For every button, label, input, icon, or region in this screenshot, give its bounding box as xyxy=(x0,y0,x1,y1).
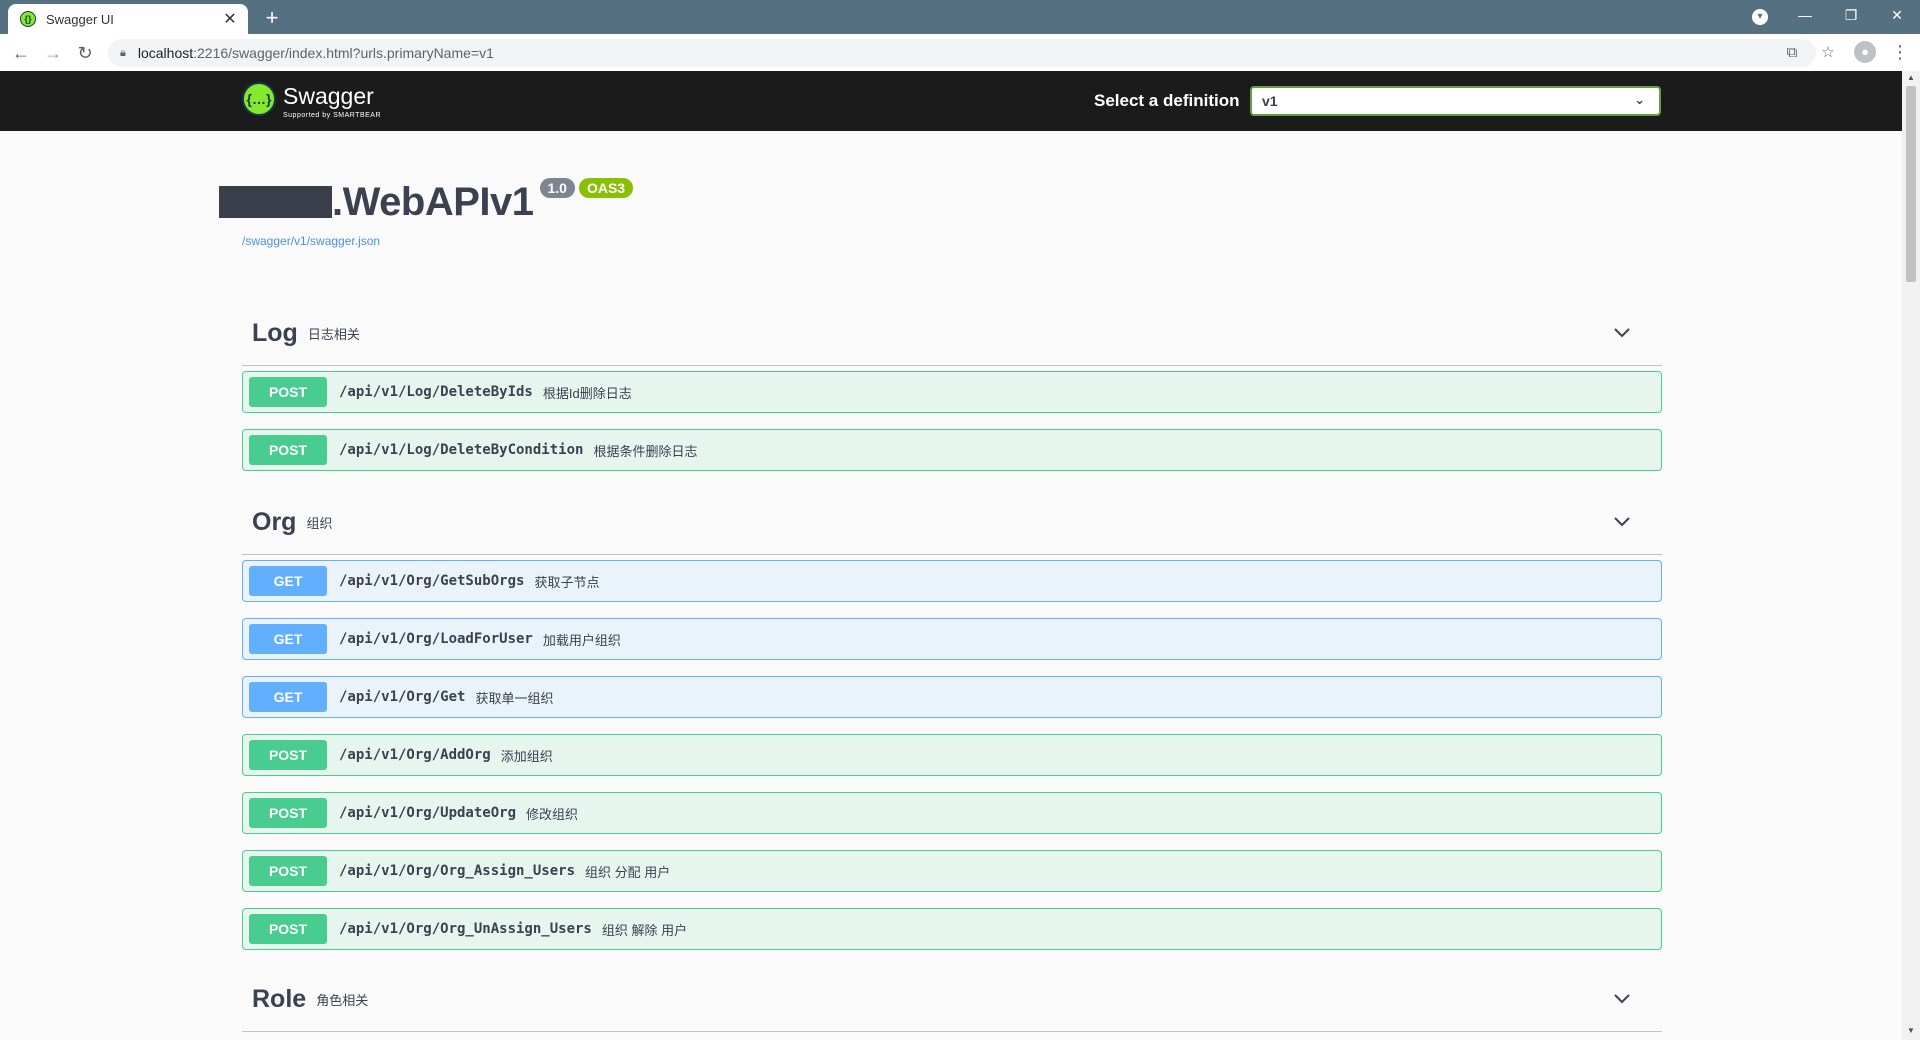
method-badge: GET xyxy=(249,566,327,596)
url-text: localhost:2216/swagger/index.html?urls.p… xyxy=(137,45,494,61)
forward-arrow-icon[interactable]: → xyxy=(40,40,66,66)
definition-select[interactable]: v1 ⌄ xyxy=(1250,86,1661,116)
swagger-favicon-icon: {} xyxy=(20,11,36,27)
profile-avatar-icon[interactable]: ● xyxy=(1854,41,1876,63)
api-title: .WebAPIv1 1.0 OAS3 xyxy=(219,178,634,224)
operation-row[interactable]: POST /api/v1/Org/Org_Assign_Users 组织 分配 … xyxy=(242,850,1662,892)
operation-path: /api/v1/Org/GetSubOrgs xyxy=(339,573,525,589)
lock-icon: 🔒︎ xyxy=(120,46,126,59)
operation-row[interactable]: POST /api/v1/Org/Org_UnAssign_Users 组织 解… xyxy=(242,908,1662,950)
method-badge: GET xyxy=(249,682,327,712)
operation-path: /api/v1/Org/Get xyxy=(339,689,466,705)
browser-menu-icon[interactable]: ⋮ xyxy=(1890,39,1910,65)
section-title: Org xyxy=(252,508,297,536)
redacted-title-block xyxy=(219,186,332,218)
tab-search-icon[interactable]: ▾ xyxy=(1752,9,1768,25)
operation-row[interactable]: GET /api/v1/Org/GetSubOrgs 获取子节点 xyxy=(242,560,1662,602)
restore-icon[interactable]: ❐ xyxy=(1828,0,1874,30)
operation-path: /api/v1/Log/DeleteByIds xyxy=(339,384,533,400)
method-badge: POST xyxy=(249,435,327,465)
operation-path: /api/v1/Org/AddOrg xyxy=(339,747,491,763)
section-role[interactable]: Role 角色相关 xyxy=(242,968,1662,1032)
method-badge: POST xyxy=(249,798,327,828)
reload-icon[interactable]: ↻ xyxy=(72,40,98,66)
method-badge: POST xyxy=(249,377,327,407)
operation-summary: 添加组织 xyxy=(500,748,553,764)
new-tab-icon[interactable]: + xyxy=(258,5,286,31)
method-badge: GET xyxy=(249,624,327,654)
translate-icon[interactable]: ⧉ xyxy=(1782,43,1802,63)
operation-row[interactable]: GET /api/v1/Org/LoadForUser 加载用户组织 xyxy=(242,618,1662,660)
operation-row[interactable]: POST /api/v1/Log/DeleteByIds 根据Id删除日志 xyxy=(242,371,1662,413)
method-badge: POST xyxy=(249,856,327,886)
operation-summary: 加载用户组织 xyxy=(542,632,621,648)
close-tab-icon[interactable]: ✕ xyxy=(218,9,242,29)
section-title: Role xyxy=(252,985,307,1013)
swagger-logo-text[interactable]: Swagger xyxy=(283,83,374,110)
back-arrow-icon[interactable]: ← xyxy=(8,40,34,66)
operation-summary: 根据条件删除日志 xyxy=(593,443,698,459)
scroll-down-icon[interactable]: ▼ xyxy=(1906,1026,1916,1035)
scroll-up-icon[interactable]: ▲ xyxy=(1906,73,1916,82)
operation-summary: 组织 分配 用户 xyxy=(585,864,671,880)
section-description: 日志相关 xyxy=(307,327,360,342)
tab-title: Swagger UI xyxy=(46,11,114,27)
scrollbar-thumb[interactable] xyxy=(1906,86,1916,282)
api-title-text: .WebAPIv1 xyxy=(332,179,534,224)
version-badge: 1.0 xyxy=(539,178,575,198)
swagger-topbar: {…} Swagger Supported by SMARTBEAR Selec… xyxy=(0,71,1902,131)
browser-tab[interactable]: {} Swagger UI ✕ xyxy=(8,4,248,34)
operation-row[interactable]: GET /api/v1/Org/Get 获取单一组织 xyxy=(242,676,1662,718)
method-badge: POST xyxy=(249,740,327,770)
swagger-json-link[interactable]: /swagger/v1/swagger.json xyxy=(242,234,380,248)
chevron-down-icon[interactable] xyxy=(1612,511,1632,531)
chevron-down-icon: ⌄ xyxy=(1634,92,1645,107)
address-bar[interactable]: 🔒︎ localhost:2216/swagger/index.html?url… xyxy=(108,39,1835,67)
section-org[interactable]: Org 组织 xyxy=(242,491,1662,555)
section-log[interactable]: Log 日志相关 xyxy=(242,302,1662,366)
section-description: 角色相关 xyxy=(316,993,369,1008)
operation-row[interactable]: POST /api/v1/Log/DeleteByCondition 根据条件删… xyxy=(242,429,1662,471)
method-badge: POST xyxy=(249,914,327,944)
browser-toolbar: ← → ↻ 🔒︎ localhost:2216/swagger/index.ht… xyxy=(0,34,1920,72)
close-window-icon[interactable]: ✕ xyxy=(1874,0,1920,30)
operation-path: /api/v1/Org/Org_UnAssign_Users xyxy=(339,921,592,937)
oas-badge: OAS3 xyxy=(578,178,634,198)
operation-row[interactable]: POST /api/v1/Org/UpdateOrg 修改组织 xyxy=(242,792,1662,834)
definition-label: Select a definition xyxy=(1094,91,1240,110)
bookmark-star-icon[interactable]: ☆ xyxy=(1818,43,1838,63)
operation-path: /api/v1/Log/DeleteByCondition xyxy=(339,442,584,458)
section-description: 组织 xyxy=(306,516,333,531)
chevron-down-icon[interactable] xyxy=(1612,322,1632,342)
operation-row[interactable]: POST /api/v1/Org/AddOrg 添加组织 xyxy=(242,734,1662,776)
minimize-icon[interactable]: — xyxy=(1782,0,1828,30)
operation-summary: 修改组织 xyxy=(526,806,579,822)
operation-path: /api/v1/Org/LoadForUser xyxy=(339,631,533,647)
swagger-logo-icon[interactable]: {…} xyxy=(242,82,276,116)
operation-path: /api/v1/Org/UpdateOrg xyxy=(339,805,517,821)
definition-selected-value: v1 xyxy=(1262,93,1278,109)
operation-summary: 获取单一组织 xyxy=(475,690,554,706)
swagger-logo-subtitle: Supported by SMARTBEAR xyxy=(283,112,382,119)
operation-summary: 根据Id删除日志 xyxy=(542,385,632,401)
operation-path: /api/v1/Org/Org_Assign_Users xyxy=(339,863,576,879)
operation-summary: 获取子节点 xyxy=(534,574,600,590)
section-title: Log xyxy=(252,319,298,347)
browser-tab-bar: {} Swagger UI ✕ + ▾ — ❐ ✕ xyxy=(0,0,1920,34)
chevron-down-icon[interactable] xyxy=(1612,988,1632,1008)
operation-summary: 组织 解除 用户 xyxy=(601,922,688,938)
